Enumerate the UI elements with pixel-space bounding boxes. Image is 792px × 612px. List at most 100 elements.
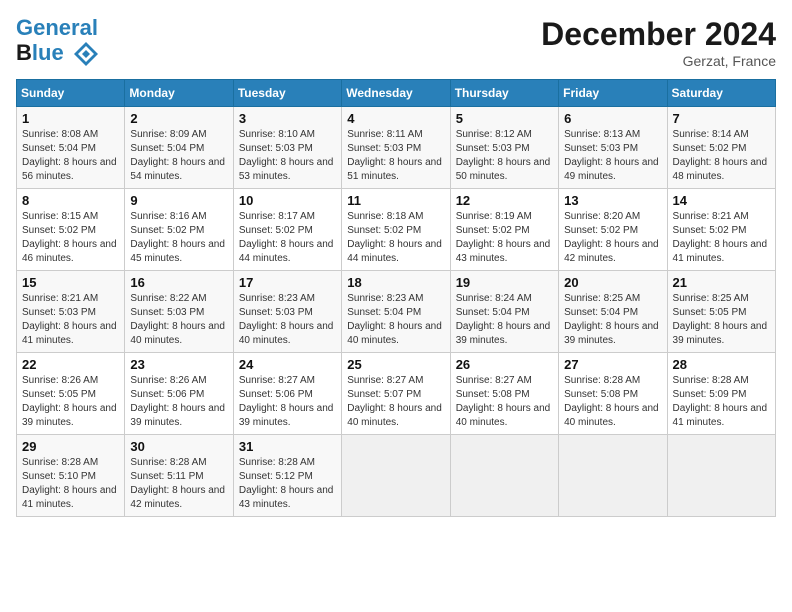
calendar-cell: 22 Sunrise: 8:26 AMSunset: 5:05 PMDayligh… — [17, 353, 125, 435]
day-number: 30 — [130, 439, 227, 454]
calendar-cell: 11 Sunrise: 8:18 AMSunset: 5:02 PMDayligh… — [342, 189, 450, 271]
calendar-cell: 9 Sunrise: 8:16 AMSunset: 5:02 PMDaylight… — [125, 189, 233, 271]
day-number: 13 — [564, 193, 661, 208]
day-info: Sunrise: 8:25 AMSunset: 5:04 PMDaylight:… — [564, 292, 661, 348]
day-info: Sunrise: 8:24 AMSunset: 5:04 PMDaylight:… — [456, 292, 553, 348]
calendar-cell: 28 Sunrise: 8:28 AMSunset: 5:09 PMDayligh… — [667, 353, 775, 435]
day-number: 10 — [239, 193, 336, 208]
calendar-cell: 8 Sunrise: 8:15 AMSunset: 5:02 PMDaylight… — [17, 189, 125, 271]
day-number: 9 — [130, 193, 227, 208]
calendar-cell: 14 Sunrise: 8:21 AMSunset: 5:02 PMDayligh… — [667, 189, 775, 271]
day-info: Sunrise: 8:28 AMSunset: 5:08 PMDaylight:… — [564, 374, 661, 430]
header: General Blue December 2024 Gerzat, Franc… — [16, 16, 776, 69]
calendar-cell: 16 Sunrise: 8:22 AMSunset: 5:03 PMDayligh… — [125, 271, 233, 353]
day-number: 25 — [347, 357, 444, 372]
calendar-cell: 2 Sunrise: 8:09 AMSunset: 5:04 PMDaylight… — [125, 107, 233, 189]
day-info: Sunrise: 8:15 AMSunset: 5:02 PMDaylight:… — [22, 210, 119, 266]
day-info: Sunrise: 8:27 AMSunset: 5:08 PMDaylight:… — [456, 374, 553, 430]
day-number: 22 — [22, 357, 119, 372]
logo-text2: Blue — [16, 40, 100, 68]
day-number: 28 — [673, 357, 770, 372]
logo-text: General — [16, 16, 100, 40]
day-info: Sunrise: 8:21 AMSunset: 5:02 PMDaylight:… — [673, 210, 770, 266]
day-number: 8 — [22, 193, 119, 208]
day-info: Sunrise: 8:28 AMSunset: 5:12 PMDaylight:… — [239, 456, 336, 512]
day-info: Sunrise: 8:13 AMSunset: 5:03 PMDaylight:… — [564, 128, 661, 184]
calendar-subtitle: Gerzat, France — [541, 53, 776, 69]
day-number: 11 — [347, 193, 444, 208]
day-number: 6 — [564, 111, 661, 126]
calendar-cell: 6 Sunrise: 8:13 AMSunset: 5:03 PMDaylight… — [559, 107, 667, 189]
day-number: 15 — [22, 275, 119, 290]
day-info: Sunrise: 8:27 AMSunset: 5:06 PMDaylight:… — [239, 374, 336, 430]
day-info: Sunrise: 8:21 AMSunset: 5:03 PMDaylight:… — [22, 292, 119, 348]
day-number: 23 — [130, 357, 227, 372]
calendar-cell: 4 Sunrise: 8:11 AMSunset: 5:03 PMDaylight… — [342, 107, 450, 189]
day-info: Sunrise: 8:23 AMSunset: 5:03 PMDaylight:… — [239, 292, 336, 348]
day-number: 16 — [130, 275, 227, 290]
day-number: 27 — [564, 357, 661, 372]
day-info: Sunrise: 8:25 AMSunset: 5:05 PMDaylight:… — [673, 292, 770, 348]
day-info: Sunrise: 8:18 AMSunset: 5:02 PMDaylight:… — [347, 210, 444, 266]
calendar-cell: 25 Sunrise: 8:27 AMSunset: 5:07 PMDayligh… — [342, 353, 450, 435]
day-info: Sunrise: 8:19 AMSunset: 5:02 PMDaylight:… — [456, 210, 553, 266]
day-number: 4 — [347, 111, 444, 126]
calendar-cell: 7 Sunrise: 8:14 AMSunset: 5:02 PMDaylight… — [667, 107, 775, 189]
weekday-header-monday: Monday — [125, 80, 233, 107]
calendar-cell — [342, 435, 450, 517]
logo: General Blue — [16, 16, 100, 68]
day-number: 7 — [673, 111, 770, 126]
day-info: Sunrise: 8:27 AMSunset: 5:07 PMDaylight:… — [347, 374, 444, 430]
day-number: 26 — [456, 357, 553, 372]
weekday-header-wednesday: Wednesday — [342, 80, 450, 107]
day-info: Sunrise: 8:28 AMSunset: 5:10 PMDaylight:… — [22, 456, 119, 512]
day-number: 5 — [456, 111, 553, 126]
day-number: 14 — [673, 193, 770, 208]
calendar-cell: 5Sunrise: 8:12 AMSunset: 5:03 PMDaylight… — [450, 107, 558, 189]
day-info: Sunrise: 8:10 AMSunset: 5:03 PMDaylight:… — [239, 128, 336, 184]
calendar-cell: 10 Sunrise: 8:17 AMSunset: 5:02 PMDayligh… — [233, 189, 341, 271]
calendar-cell: 26 Sunrise: 8:27 AMSunset: 5:08 PMDayligh… — [450, 353, 558, 435]
day-number: 31 — [239, 439, 336, 454]
day-info: Sunrise: 8:23 AMSunset: 5:04 PMDaylight:… — [347, 292, 444, 348]
calendar-cell — [450, 435, 558, 517]
day-number: 29 — [22, 439, 119, 454]
day-info: Sunrise: 8:22 AMSunset: 5:03 PMDaylight:… — [130, 292, 227, 348]
day-info: Sunrise: 8:28 AMSunset: 5:11 PMDaylight:… — [130, 456, 227, 512]
calendar-cell: 15 Sunrise: 8:21 AMSunset: 5:03 PMDayligh… — [17, 271, 125, 353]
calendar-table: SundayMondayTuesdayWednesdayThursdayFrid… — [16, 79, 776, 517]
day-number: 2 — [130, 111, 227, 126]
calendar-cell: 18 Sunrise: 8:23 AMSunset: 5:04 PMDayligh… — [342, 271, 450, 353]
calendar-cell: 1Sunrise: 8:08 AMSunset: 5:04 PMDaylight… — [17, 107, 125, 189]
day-info: Sunrise: 8:17 AMSunset: 5:02 PMDaylight:… — [239, 210, 336, 266]
weekday-header-sunday: Sunday — [17, 80, 125, 107]
day-info: Sunrise: 8:09 AMSunset: 5:04 PMDaylight:… — [130, 128, 227, 184]
calendar-cell: 31 Sunrise: 8:28 AMSunset: 5:12 PMDayligh… — [233, 435, 341, 517]
weekday-header-thursday: Thursday — [450, 80, 558, 107]
day-number: 17 — [239, 275, 336, 290]
weekday-header-tuesday: Tuesday — [233, 80, 341, 107]
day-number: 3 — [239, 111, 336, 126]
calendar-cell: 27 Sunrise: 8:28 AMSunset: 5:08 PMDayligh… — [559, 353, 667, 435]
calendar-cell: 20 Sunrise: 8:25 AMSunset: 5:04 PMDayligh… — [559, 271, 667, 353]
day-info: Sunrise: 8:14 AMSunset: 5:02 PMDaylight:… — [673, 128, 770, 184]
day-info: Sunrise: 8:26 AMSunset: 5:05 PMDaylight:… — [22, 374, 119, 430]
title-area: December 2024 Gerzat, France — [541, 16, 776, 69]
calendar-cell: 29 Sunrise: 8:28 AMSunset: 5:10 PMDayligh… — [17, 435, 125, 517]
day-info: Sunrise: 8:16 AMSunset: 5:02 PMDaylight:… — [130, 210, 227, 266]
weekday-header-friday: Friday — [559, 80, 667, 107]
calendar-cell: 24Sunrise: 8:27 AMSunset: 5:06 PMDayligh… — [233, 353, 341, 435]
calendar-cell: 30 Sunrise: 8:28 AMSunset: 5:11 PMDayligh… — [125, 435, 233, 517]
day-number: 12 — [456, 193, 553, 208]
calendar-cell: 21 Sunrise: 8:25 AMSunset: 5:05 PMDayligh… — [667, 271, 775, 353]
day-info: Sunrise: 8:28 AMSunset: 5:09 PMDaylight:… — [673, 374, 770, 430]
day-info: Sunrise: 8:11 AMSunset: 5:03 PMDaylight:… — [347, 128, 444, 184]
calendar-cell: 13Sunrise: 8:20 AMSunset: 5:02 PMDayligh… — [559, 189, 667, 271]
day-number: 20 — [564, 275, 661, 290]
day-number: 18 — [347, 275, 444, 290]
calendar-cell: 3 Sunrise: 8:10 AMSunset: 5:03 PMDaylight… — [233, 107, 341, 189]
day-number: 21 — [673, 275, 770, 290]
calendar-cell: 12 Sunrise: 8:19 AMSunset: 5:02 PMDayligh… — [450, 189, 558, 271]
weekday-header-saturday: Saturday — [667, 80, 775, 107]
calendar-cell — [559, 435, 667, 517]
